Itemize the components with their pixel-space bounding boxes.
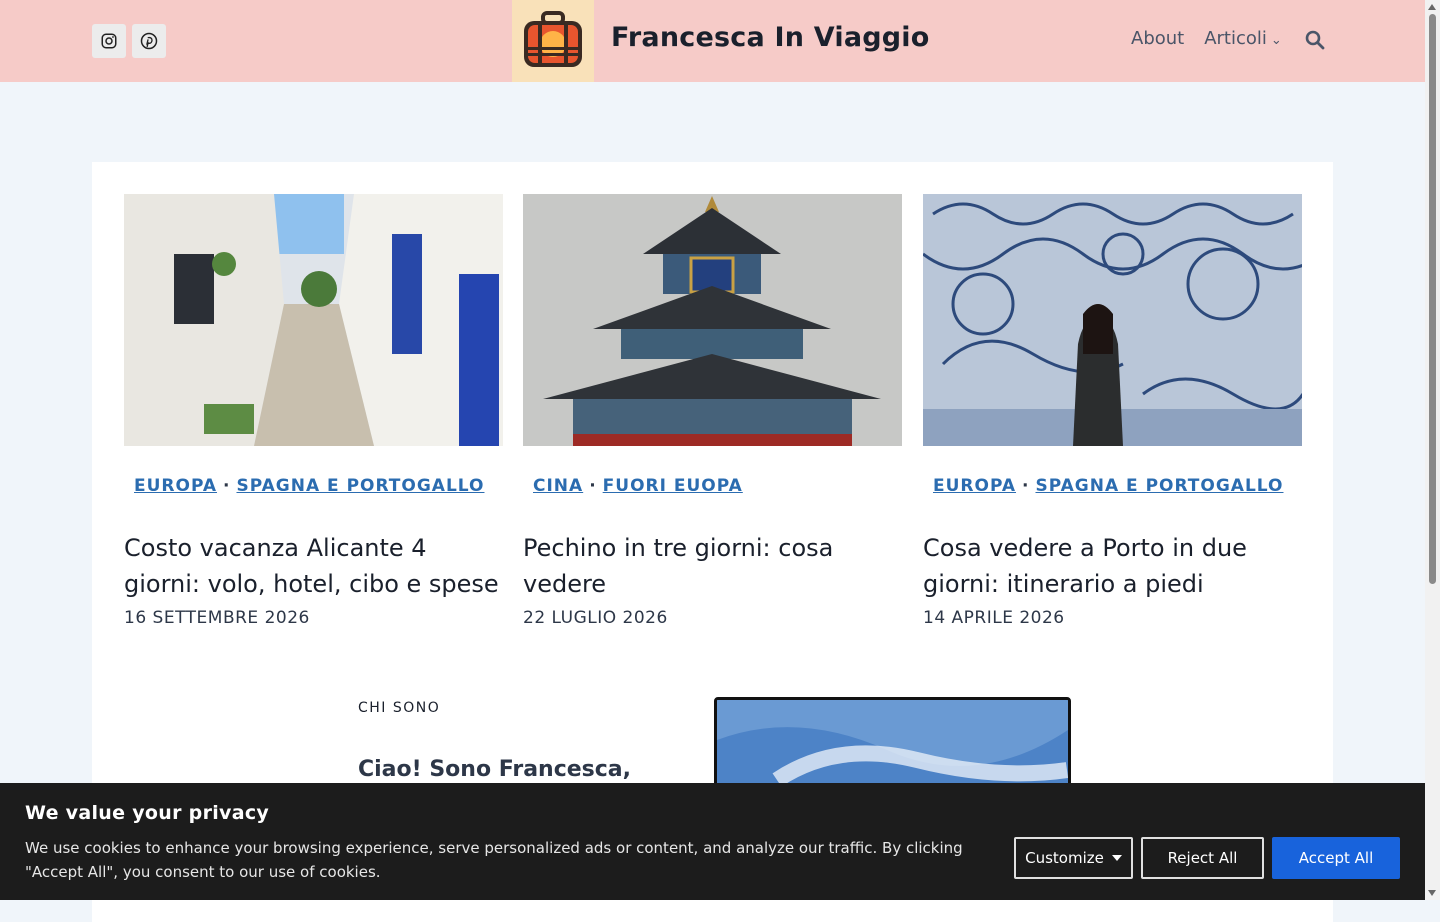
nav-item-articoli-label: Articoli <box>1204 28 1267 49</box>
caret-down-icon <box>1111 855 1122 861</box>
accept-all-button[interactable]: Accept All <box>1272 837 1400 879</box>
social-links <box>92 24 166 58</box>
post-categories: CINA · FUORI EUOPA <box>523 476 902 496</box>
site-header: Francesca In Viaggio About Articoli ⌄ <box>0 0 1425 82</box>
post-date: 14 APRILE 2026 <box>923 608 1065 628</box>
nav-item-articoli[interactable]: Articoli ⌄ <box>1204 28 1282 49</box>
post-title[interactable]: Costo vacanza Alicante 4 giorni: volo, h… <box>124 530 503 602</box>
scroll-down-arrow-icon[interactable] <box>1428 890 1436 896</box>
post-date: 22 LUGLIO 2026 <box>523 608 668 628</box>
search-button[interactable] <box>1305 30 1325 54</box>
category-link[interactable]: FUORI EUOPA <box>603 476 743 496</box>
post-categories: EUROPA · SPAGNA E PORTOGALLO <box>124 476 503 496</box>
customize-label: Customize <box>1025 849 1104 867</box>
customize-button[interactable]: Customize <box>1014 837 1133 879</box>
pinterest-icon <box>140 32 158 50</box>
category-link[interactable]: SPAGNA E PORTOGALLO <box>236 476 484 496</box>
post-image-alicante[interactable] <box>124 194 503 446</box>
post-card: EUROPA · SPAGNA E PORTOGALLO Costo vacanza… <box>124 194 503 628</box>
post-image-pechino[interactable] <box>523 194 902 446</box>
category-link[interactable]: SPAGNA E PORTOGALLO <box>1035 476 1283 496</box>
about-label: CHI SONO <box>358 700 441 716</box>
about-heading: Ciao! Sono Francesca, <box>358 757 632 782</box>
scrollbar-thumb[interactable] <box>1429 14 1436 584</box>
instagram-link[interactable] <box>92 24 126 58</box>
post-title[interactable]: Cosa vedere a Porto in due giorni: itine… <box>923 530 1302 602</box>
site-logo[interactable] <box>512 0 594 82</box>
search-icon <box>1305 30 1325 50</box>
reject-label: Reject All <box>1167 849 1238 867</box>
main-nav: About Articoli ⌄ <box>1131 28 1282 49</box>
post-date: 16 SETTEMBRE 2026 <box>124 608 310 628</box>
site-title[interactable]: Francesca In Viaggio <box>611 22 930 53</box>
suitcase-logo-icon <box>524 11 582 67</box>
category-link[interactable]: CINA <box>533 476 583 496</box>
cookie-banner: We value your privacy We use cookies to … <box>0 783 1425 900</box>
post-card: EUROPA · SPAGNA E PORTOGALLO Cosa vedere a… <box>923 194 1302 628</box>
post-image-porto[interactable] <box>923 194 1302 446</box>
scroll-up-arrow-icon[interactable] <box>1428 4 1436 10</box>
reject-all-button[interactable]: Reject All <box>1141 837 1264 879</box>
page-scrollbar[interactable] <box>1425 0 1440 900</box>
cookie-title: We value your privacy <box>25 802 270 824</box>
accept-label: Accept All <box>1298 849 1374 867</box>
post-categories: EUROPA · SPAGNA E PORTOGALLO <box>923 476 1302 496</box>
category-link[interactable]: EUROPA <box>933 476 1016 496</box>
cookie-text: We use cookies to enhance your browsing … <box>25 839 963 881</box>
chevron-down-icon: ⌄ <box>1270 33 1282 48</box>
category-link[interactable]: EUROPA <box>134 476 217 496</box>
instagram-icon <box>101 33 117 49</box>
pinterest-link[interactable] <box>132 24 166 58</box>
separator: · <box>589 476 597 496</box>
post-title[interactable]: Pechino in tre giorni: cosa vedere <box>523 530 902 602</box>
nav-item-about[interactable]: About <box>1131 28 1184 49</box>
separator: · <box>1022 476 1030 496</box>
post-card: CINA · FUORI EUOPA Pechino in tre giorni: … <box>523 194 902 628</box>
separator: · <box>223 476 231 496</box>
